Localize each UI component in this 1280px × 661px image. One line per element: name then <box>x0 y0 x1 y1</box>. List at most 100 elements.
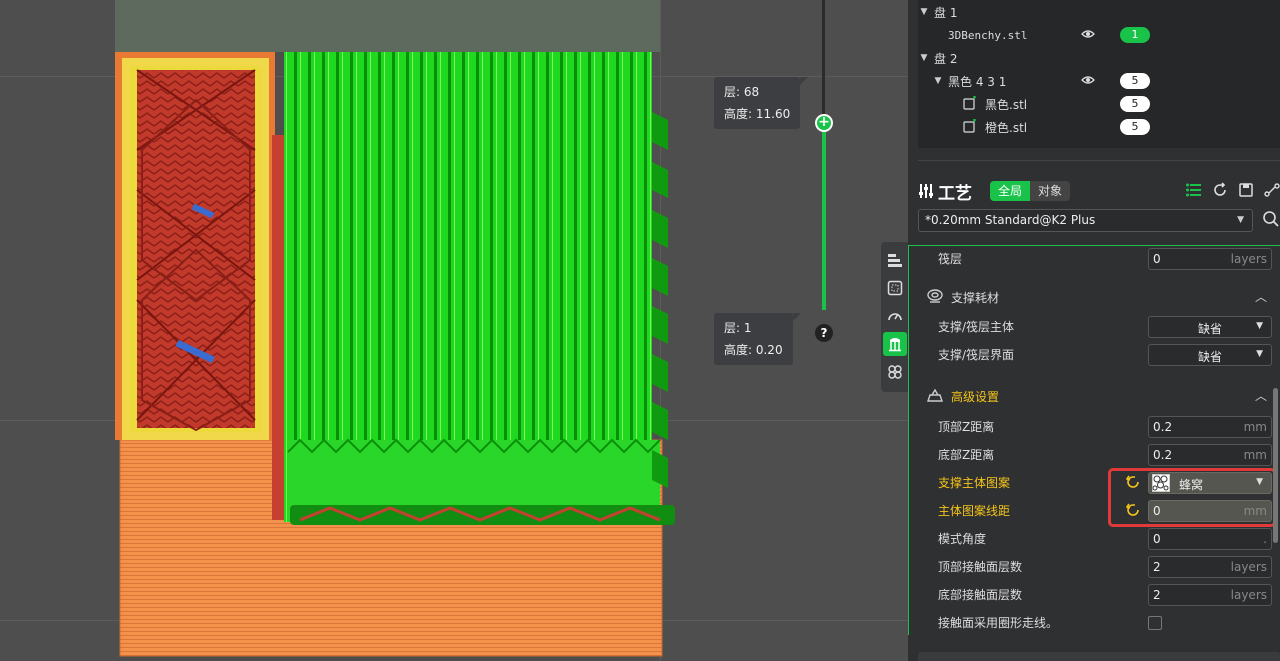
process-toolbar <box>1186 182 1280 198</box>
setting-label: 顶部Z距离 <box>938 420 995 434</box>
loop-pattern-checkbox[interactable] <box>1148 616 1162 630</box>
tab-others[interactable] <box>883 360 907 384</box>
plate-label: 盘 2 <box>934 51 958 66</box>
layer-top-height: 高度: 11.60 <box>724 107 791 121</box>
field-unit: layers <box>1230 588 1267 602</box>
raft-layers-input[interactable]: 0 layers <box>1148 248 1272 270</box>
plate-number-badge[interactable]: 1 <box>1120 27 1150 43</box>
setting-label: 顶部接触面层数 <box>938 560 1023 574</box>
bottom-interface-layers-input[interactable]: 2 layers <box>1148 584 1272 606</box>
advanced-icon <box>927 387 943 406</box>
raft-layers-row: 筏层 0 layers <box>909 246 1280 272</box>
save-icon[interactable] <box>1238 182 1254 198</box>
plate-row[interactable]: ▼ 盘 1 <box>918 1 1280 23</box>
tab-object[interactable]: 对象 <box>1030 181 1070 201</box>
layer-top-number: 层: 68 <box>724 85 760 99</box>
plate-label: 盘 1 <box>934 5 958 20</box>
object-name: 黑色.stl <box>985 97 1028 112</box>
tab-speed[interactable] <box>883 304 907 328</box>
top-interface-layers-row: 顶部接触面层数 2 layers <box>909 554 1280 580</box>
plate-number-badge[interactable]: 5 <box>1120 73 1150 89</box>
object-row[interactable]: 黑色.stl 5 <box>918 93 1280 115</box>
eye-icon[interactable] <box>1081 28 1095 42</box>
setting-label: 模式角度 <box>938 532 987 546</box>
setting-label: 底部接触面层数 <box>938 588 1023 602</box>
top-z-distance-input[interactable]: 0.2 mm <box>1148 416 1272 438</box>
field-value: 0.2 <box>1153 420 1173 434</box>
layer-bottom-height: 高度: 0.20 <box>724 343 783 357</box>
chevron-up-icon[interactable]: ︿ <box>1255 387 1267 404</box>
red-wall <box>272 135 286 520</box>
divider <box>918 160 1280 161</box>
plate-row[interactable]: ▼ 盘 2 <box>918 47 1280 69</box>
object-row[interactable]: 橙色.stl 5 <box>918 116 1280 138</box>
field-value: 2 <box>1153 560 1161 574</box>
field-value: 2 <box>1153 588 1161 602</box>
object-name: 3DBenchy.stl <box>948 28 1028 42</box>
layers-icon <box>888 254 902 267</box>
setting-label: 支撑/筏层主体 <box>938 320 1015 334</box>
setting-label: 筏层 <box>938 252 963 266</box>
support-body-filament-row: 支撑/筏层主体 缺省 ▼ <box>909 314 1280 340</box>
field-unit: layers <box>1230 560 1267 574</box>
compare-icon[interactable] <box>1264 182 1280 198</box>
group-title: 支撑耗材 <box>951 291 1000 305</box>
bottom-z-distance-input[interactable]: 0.2 mm <box>1148 444 1272 466</box>
reset-icon[interactable] <box>1212 182 1228 198</box>
object-row[interactable]: 3DBenchy.stl 1 <box>918 24 1280 46</box>
object-name: 橙色.stl <box>985 120 1028 135</box>
group-name: 黑色 4 3 1 <box>948 74 1007 89</box>
support-filament-group[interactable]: 支撑耗材 ︿ <box>909 284 1280 310</box>
advanced-settings-group[interactable]: 高级设置 ︿ <box>909 383 1280 409</box>
tab-frame[interactable] <box>883 276 907 300</box>
settings-scrollbar[interactable] <box>1273 388 1278 543</box>
field-value: 0 <box>1153 532 1161 546</box>
plate-number-badge[interactable]: 5 <box>1120 119 1150 135</box>
bottom-interface-layers-row: 底部接触面层数 2 layers <box>909 582 1280 608</box>
pattern-angle-input[interactable]: 0 . <box>1148 528 1272 550</box>
group-title: 高级设置 <box>951 390 1000 404</box>
collapse-triangle-icon[interactable]: ▼ <box>918 53 930 63</box>
bottom-z-distance-row: 底部Z距离 0.2 mm <box>909 442 1280 468</box>
tab-layers[interactable] <box>883 248 907 272</box>
field-unit: mm <box>1243 420 1267 434</box>
top-interface-layers-input[interactable]: 2 layers <box>1148 556 1272 578</box>
advanced-toggle-icon[interactable] <box>1186 182 1202 198</box>
preset-value: *0.20mm Standard@K2 Plus <box>925 213 1096 227</box>
field-value: 0 <box>1153 252 1161 266</box>
group-row[interactable]: ▼ 黑色 4 3 1 5 <box>918 70 1280 92</box>
process-preset-select[interactable]: *0.20mm Standard@K2 Plus ▼ <box>918 209 1253 232</box>
collapse-triangle-icon[interactable]: ▼ <box>932 76 944 86</box>
eye-icon[interactable] <box>1081 74 1095 88</box>
pattern-angle-row: 模式角度 0 . <box>909 526 1280 552</box>
filament-spool-icon <box>927 288 943 307</box>
settings-list[interactable]: 筏层 0 layers 支撑耗材 ︿ 支撑/筏层主体 缺省 ▼ 支撑/筏层界面 … <box>908 245 1280 635</box>
search-icon[interactable] <box>1262 210 1280 231</box>
field-value: 缺省 <box>1197 350 1222 364</box>
field-value: 缺省 <box>1197 322 1222 336</box>
plate-number-badge[interactable]: 5 <box>1120 96 1150 112</box>
3d-viewport[interactable]: + 层: 68 高度: 11.60 层: 1 高度: 0.20 ? <box>0 0 908 661</box>
chevron-up-icon[interactable]: ︿ <box>1255 288 1267 305</box>
support-body-filament-select[interactable]: 缺省 ▼ <box>1148 316 1272 338</box>
chevron-down-icon: ▼ <box>1237 215 1244 225</box>
layer-bottom-tooltip: 层: 1 高度: 0.20 <box>714 313 801 365</box>
setting-label: 接触面采用圈形走线。 <box>938 616 1059 630</box>
field-value: 0.2 <box>1153 448 1173 462</box>
tab-support[interactable] <box>883 332 907 356</box>
setting-label: 底部Z距离 <box>938 448 995 462</box>
field-unit: mm <box>1243 448 1267 462</box>
side-support-tabs <box>652 112 668 488</box>
layer-top-tooltip: 层: 68 高度: 11.60 <box>714 77 809 129</box>
layer-slider-track[interactable] <box>822 122 826 310</box>
tab-global[interactable]: 全局 <box>990 181 1031 201</box>
help-button[interactable]: ? <box>815 324 833 342</box>
collapse-triangle-icon[interactable]: ▼ <box>918 7 930 17</box>
layer-slider-top-handle[interactable]: + <box>815 114 833 132</box>
setting-label: 支撑主体图案 <box>938 476 1011 490</box>
support-interface-filament-select[interactable]: 缺省 ▼ <box>1148 344 1272 366</box>
question-icon: ? <box>820 326 828 340</box>
setting-label: 支撑/筏层界面 <box>938 348 1015 362</box>
part-icon <box>963 95 977 113</box>
plus-icon: + <box>818 114 830 130</box>
